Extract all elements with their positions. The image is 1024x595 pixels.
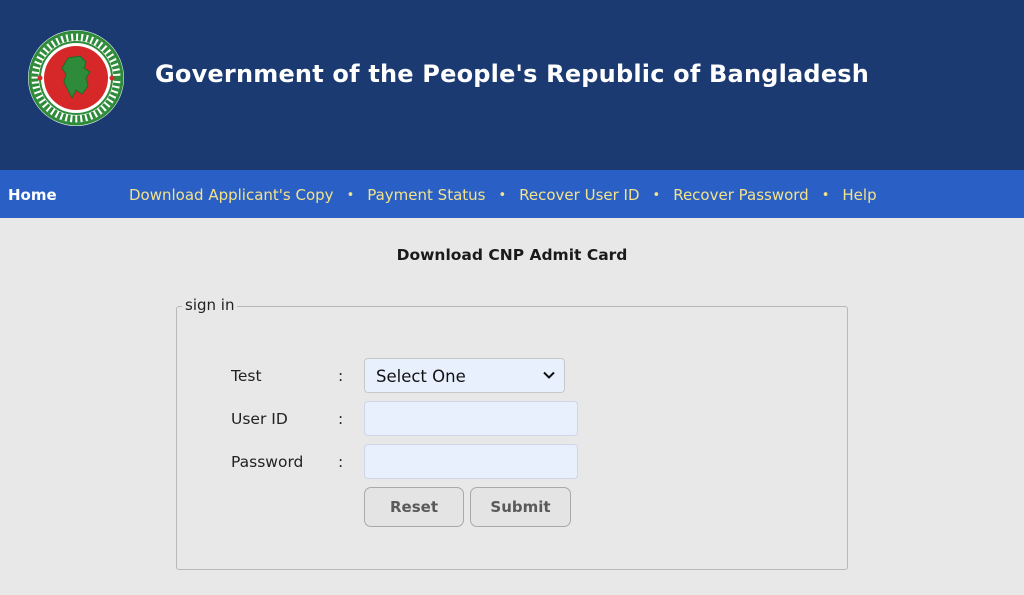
nav-separator: •: [498, 187, 507, 203]
password-colon: :: [338, 453, 344, 471]
page-title: Download CNP Admit Card: [396, 246, 628, 264]
site-title: Government of the People's Republic of B…: [155, 60, 870, 88]
password-input[interactable]: [364, 444, 578, 479]
nav-item-recover-password[interactable]: Recover Password: [673, 186, 809, 204]
nav-item-payment-status[interactable]: Payment Status: [367, 186, 485, 204]
user-id-input[interactable]: [364, 401, 578, 436]
password-label: Password: [231, 453, 304, 471]
chevron-down-icon: [543, 371, 555, 379]
test-colon: :: [338, 367, 344, 385]
reset-button[interactable]: Reset: [364, 487, 464, 527]
test-label: Test: [231, 367, 262, 385]
sign-in-fieldset: sign in: [176, 296, 848, 570]
user-id-label: User ID: [231, 410, 288, 428]
nav-item-recover-user-id[interactable]: Recover User ID: [519, 186, 639, 204]
nav-item-help[interactable]: Help: [842, 186, 876, 204]
nav-separator: •: [652, 187, 661, 203]
nav-item-download-applicants-copy[interactable]: Download Applicant's Copy: [129, 186, 334, 204]
site-header: Government of the People's Republic of B…: [0, 0, 1024, 170]
submit-button[interactable]: Submit: [470, 487, 571, 527]
test-select[interactable]: Select One: [364, 358, 565, 393]
nav-item-home[interactable]: Home: [8, 186, 57, 204]
user-id-colon: :: [338, 410, 344, 428]
nav-separator: •: [821, 187, 830, 203]
main-nav: Home Download Applicant's Copy • Payment…: [0, 170, 1024, 218]
nav-separator: •: [346, 187, 355, 203]
government-seal-icon: [28, 30, 124, 126]
nav-links: Download Applicant's Copy • Payment Stat…: [129, 186, 877, 204]
fieldset-legend: sign in: [182, 296, 238, 314]
test-select-value: Select One: [376, 367, 466, 386]
